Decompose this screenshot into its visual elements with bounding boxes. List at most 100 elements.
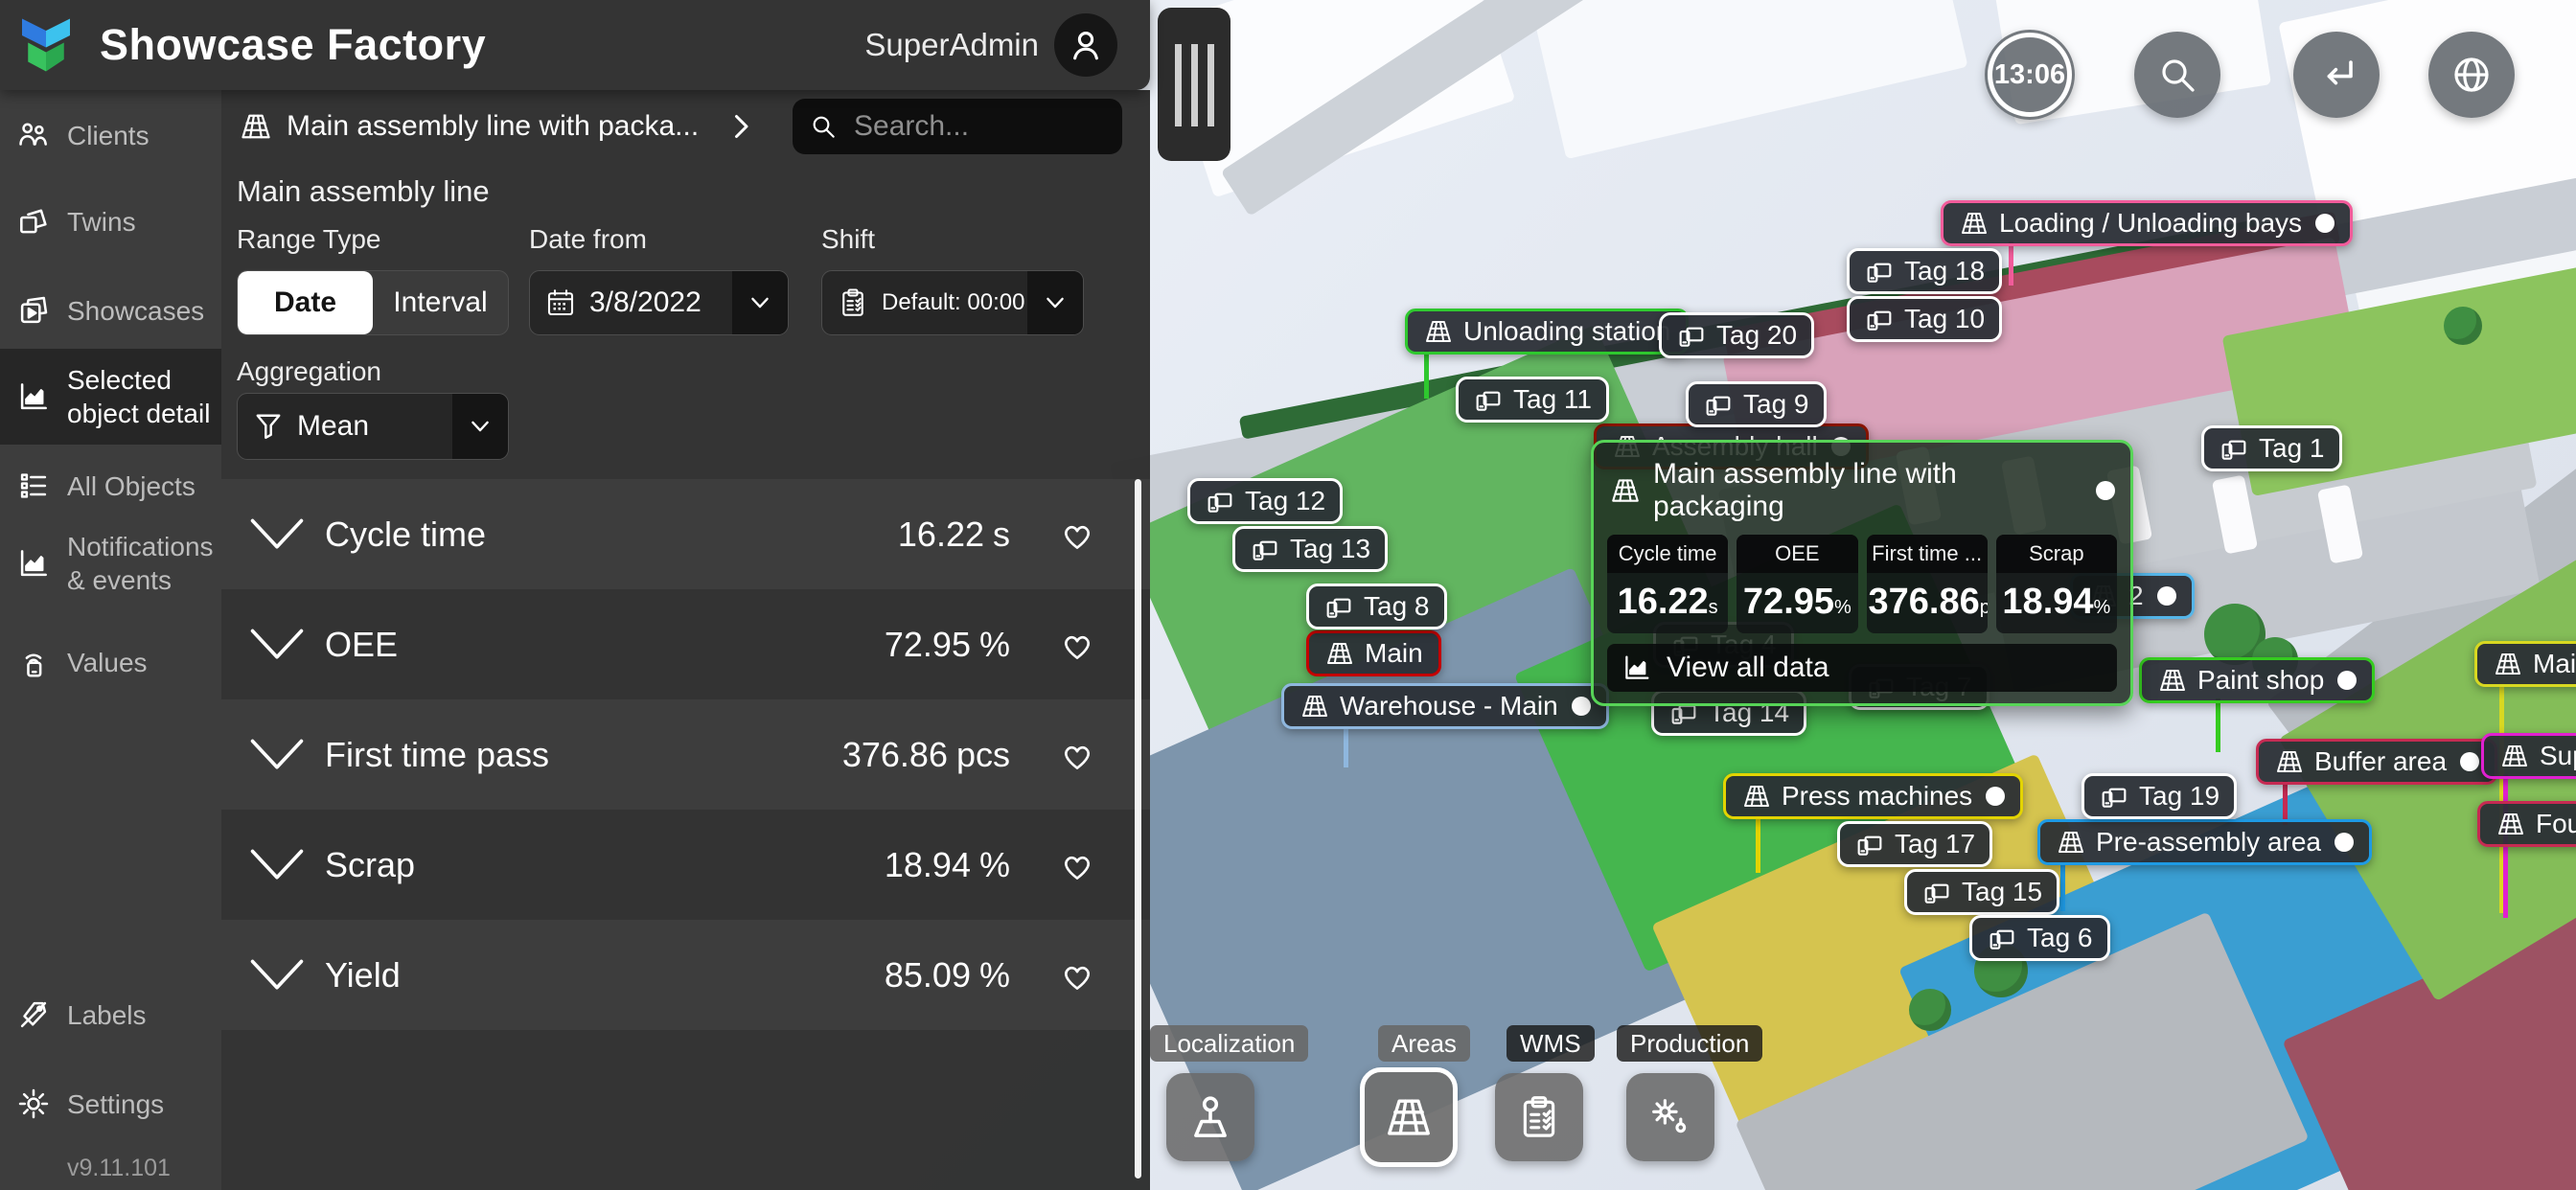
tag-label-tag-1[interactable]: Tag 1 bbox=[2201, 425, 2342, 471]
clipboard-icon bbox=[1513, 1091, 1565, 1143]
user-menu[interactable]: SuperAdmin bbox=[864, 13, 1117, 77]
view-all-data-button[interactable]: View all data bbox=[1607, 644, 2117, 692]
area-label-warehouse-main[interactable]: Warehouse - Main bbox=[1281, 683, 1609, 729]
sidebar-item-showcases[interactable]: Showcases bbox=[0, 289, 221, 332]
back-button[interactable] bbox=[2293, 32, 2380, 118]
area-label-found[interactable]: Found bbox=[2477, 801, 2576, 847]
tag-label-tag-9[interactable]: Tag 9 bbox=[1686, 381, 1827, 427]
popup-title-row: Main assembly line with packaging bbox=[1609, 458, 2115, 523]
area-label-super[interactable]: Super bbox=[2481, 733, 2576, 779]
range-date-button[interactable]: Date bbox=[238, 271, 373, 334]
area-label-text: Unloading station bbox=[1463, 316, 1670, 347]
panel-scrollbar[interactable] bbox=[1135, 479, 1141, 1179]
metric-row-cycle-time[interactable]: Cycle time16.22s bbox=[221, 479, 1150, 589]
area-label-unloading-station[interactable]: Unloading station bbox=[1405, 309, 1689, 355]
tag-label-tag-11[interactable]: Tag 11 bbox=[1456, 377, 1609, 423]
globe-button[interactable] bbox=[2428, 32, 2515, 118]
metric-name: Scrap bbox=[325, 845, 415, 885]
status-dot[interactable] bbox=[2337, 671, 2357, 690]
stat-value: 16.22s bbox=[1607, 573, 1728, 633]
range-interval-button[interactable]: Interval bbox=[373, 271, 508, 334]
globe-icon bbox=[2449, 52, 2495, 98]
clock-button[interactable]: 13:06 bbox=[1985, 30, 2075, 120]
metrics-list: Cycle time16.22sOEE72.95%First time pass… bbox=[221, 479, 1150, 1030]
tag-label-tag-12[interactable]: Tag 12 bbox=[1187, 478, 1343, 524]
area-label-text: Main bbox=[1365, 638, 1423, 669]
area-label-pre-assembly-area[interactable]: Pre-assembly area bbox=[2037, 819, 2372, 865]
status-dot[interactable] bbox=[1572, 697, 1591, 716]
status-dot[interactable] bbox=[2460, 752, 2479, 771]
tag-label-tag-15[interactable]: Tag 15 bbox=[1904, 869, 2059, 915]
sidebar-item-all-objects[interactable]: All Objects bbox=[0, 465, 221, 507]
sidebar-item-clients[interactable]: Clients bbox=[0, 114, 221, 156]
toolbar-button-localization[interactable] bbox=[1166, 1073, 1254, 1161]
sidebar-item-values[interactable]: Values bbox=[0, 641, 221, 683]
popup-stat-first-time[interactable]: First time ...376.86pcs bbox=[1867, 535, 1988, 633]
aggregation-picker[interactable]: Mean bbox=[237, 393, 509, 460]
toolbar-button-areas[interactable] bbox=[1360, 1067, 1458, 1167]
metric-row-yield[interactable]: Yield85.09% bbox=[221, 920, 1150, 1030]
shift-picker[interactable]: Default: 00:00 - 23:5 bbox=[821, 270, 1084, 335]
tag-label-tag-10[interactable]: Tag 10 bbox=[1847, 296, 2002, 342]
device-tag-icon bbox=[1854, 829, 1885, 859]
search-input[interactable] bbox=[852, 109, 1107, 144]
sidebar-item-twins[interactable]: Twins bbox=[0, 200, 221, 242]
area-label-buffer-area[interactable]: Buffer area bbox=[2256, 739, 2497, 785]
popup-stat-scrap[interactable]: Scrap18.94% bbox=[1996, 535, 2117, 633]
sidebar-item-notifications-events[interactable]: Notifications & events bbox=[0, 520, 221, 606]
heart-icon bbox=[1055, 955, 1099, 995]
sidebar-item-labels[interactable]: Labels bbox=[0, 994, 221, 1036]
shift-dropdown-button[interactable] bbox=[1027, 271, 1083, 334]
sidebar-item-label: Clients bbox=[67, 119, 220, 152]
popup-stat-oee[interactable]: OEE72.95% bbox=[1736, 535, 1857, 633]
tag-label-tag-17[interactable]: Tag 17 bbox=[1837, 821, 1992, 867]
area-label-press-machines[interactable]: Press machines bbox=[1723, 773, 2023, 819]
status-dot[interactable] bbox=[2157, 586, 2176, 606]
area-label-text: Super bbox=[2540, 741, 2576, 771]
selected-object-popup[interactable]: Main assembly line with packaging Cycle … bbox=[1591, 440, 2133, 706]
area-label-text: Press machines bbox=[1782, 781, 1972, 812]
tag-label-tag-18[interactable]: Tag 18 bbox=[1847, 248, 2002, 294]
tag-label-tag-8[interactable]: Tag 8 bbox=[1306, 584, 1447, 629]
page-title: Main assembly line bbox=[237, 174, 490, 209]
toolbar-button-production[interactable] bbox=[1626, 1073, 1714, 1161]
tag-label-tag-6[interactable]: Tag 6 bbox=[1969, 915, 2110, 961]
aggregation-dropdown-button[interactable] bbox=[452, 394, 508, 459]
stat-value: 376.86pcs bbox=[1867, 573, 1988, 633]
metric-row-oee[interactable]: OEE72.95% bbox=[221, 589, 1150, 699]
date-from-picker[interactable]: 3/8/2022 bbox=[529, 270, 789, 335]
toolbar-button-wms[interactable] bbox=[1495, 1073, 1583, 1161]
avatar[interactable] bbox=[1054, 13, 1117, 77]
metric-row-scrap[interactable]: Scrap18.94% bbox=[221, 810, 1150, 920]
status-dot[interactable] bbox=[2315, 214, 2334, 233]
collapse-panel-handle[interactable] bbox=[1158, 8, 1230, 161]
status-dot[interactable] bbox=[1986, 787, 2005, 806]
area-label-paint-shop[interactable]: Paint shop bbox=[2139, 657, 2375, 703]
tag-label-tag-20[interactable]: Tag 20 bbox=[1659, 312, 1814, 358]
sidebar-item-selected-object-detail[interactable]: Selected object detail bbox=[0, 349, 221, 445]
favorite-button[interactable] bbox=[1033, 515, 1121, 555]
leader-line bbox=[2060, 861, 2065, 911]
search-icon bbox=[2154, 52, 2200, 98]
status-dot[interactable] bbox=[2096, 481, 2115, 500]
metric-number: 376.86 bbox=[842, 735, 948, 774]
sidebar-item-settings[interactable]: Settings bbox=[0, 1083, 221, 1125]
scene-search-button[interactable] bbox=[2134, 32, 2220, 118]
status-dot[interactable] bbox=[2334, 833, 2354, 852]
area-label-maint[interactable]: Maint bbox=[2474, 641, 2576, 687]
favorite-button[interactable] bbox=[1033, 625, 1121, 665]
area-label-loading-unloading-bays[interactable]: Loading / Unloading bays bbox=[1941, 200, 2353, 246]
stat-label: Cycle time bbox=[1607, 535, 1728, 573]
search-icon bbox=[808, 111, 839, 142]
popup-stat-cycle-time[interactable]: Cycle time16.22s bbox=[1607, 535, 1728, 633]
area-label-main[interactable]: Main bbox=[1306, 630, 1441, 676]
tag-label-tag-19[interactable]: Tag 19 bbox=[2082, 773, 2237, 819]
tag-label-tag-13[interactable]: Tag 13 bbox=[1232, 526, 1388, 572]
favorite-button[interactable] bbox=[1033, 845, 1121, 885]
favorite-button[interactable] bbox=[1033, 735, 1121, 775]
sidebar-item-label: Values bbox=[67, 646, 220, 679]
favorite-button[interactable] bbox=[1033, 955, 1121, 995]
date-dropdown-button[interactable] bbox=[732, 271, 788, 334]
metric-row-first-time-pass[interactable]: First time pass376.86pcs bbox=[221, 699, 1150, 810]
breadcrumb[interactable]: Main assembly line with packa... bbox=[239, 99, 771, 154]
